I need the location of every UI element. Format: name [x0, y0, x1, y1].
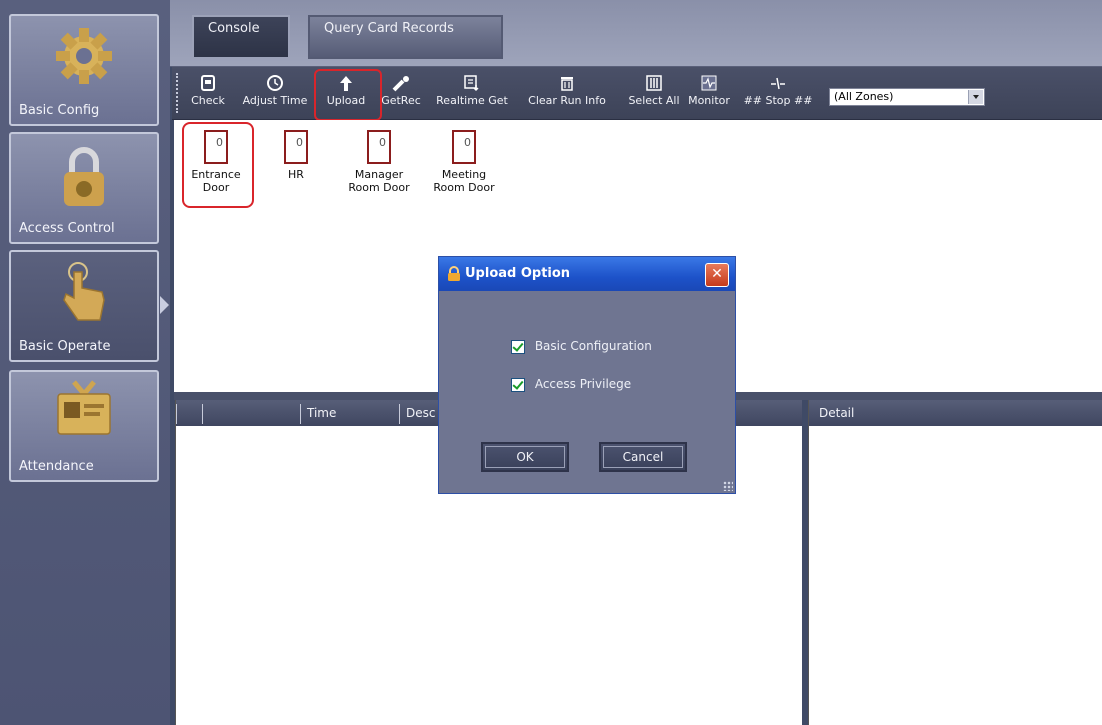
toolbar-label: Realtime Get — [436, 94, 508, 107]
resize-grip[interactable] — [723, 481, 733, 491]
sidebar: Basic Config Access Control Basic Operat… — [0, 0, 170, 725]
clock-icon — [267, 75, 283, 91]
door-name-line2: Door — [202, 181, 230, 194]
door-icon: 0 — [284, 130, 308, 164]
monitor-icon — [701, 75, 717, 91]
nav-attendance[interactable]: Attendance — [9, 370, 159, 482]
close-button[interactable]: ✕ — [705, 263, 729, 287]
zone-select[interactable]: (All Zones) — [829, 88, 985, 106]
door-manager-room[interactable]: 0 Manager Room Door — [344, 130, 414, 194]
nav-label: Basic Config — [19, 103, 100, 118]
close-icon: ✕ — [711, 266, 723, 282]
check-icon — [201, 75, 215, 91]
door-icon: 0 — [452, 130, 476, 164]
cancel-button[interactable]: Cancel — [599, 442, 687, 472]
nav-basic-config[interactable]: Basic Config — [9, 14, 159, 126]
door-count: 0 — [464, 136, 471, 149]
clear-run-info-button[interactable]: Clear Run Info — [522, 71, 612, 115]
door-icon: 0 — [367, 130, 391, 164]
door-meeting-room[interactable]: 0 Meeting Room Door — [429, 130, 499, 194]
toolbar-label: ## Stop ## — [743, 94, 813, 107]
toolbar-label: Adjust Time — [242, 94, 308, 107]
select-all-icon — [646, 75, 662, 91]
door-name-line1: HR — [288, 168, 304, 181]
ok-button[interactable]: OK — [481, 442, 569, 472]
door-icon: 0 — [204, 130, 228, 164]
door-name-line1: Entrance — [191, 168, 241, 181]
monitor-button[interactable]: Monitor — [684, 71, 734, 115]
realtime-get-button[interactable]: Realtime Get — [434, 71, 510, 115]
adjust-time-button[interactable]: Adjust Time — [238, 71, 312, 115]
option-basic-configuration[interactable]: Basic Configuration — [511, 339, 652, 354]
door-count: 0 — [379, 136, 386, 149]
stop-icon — [771, 77, 785, 90]
tab-label: Console — [208, 21, 260, 36]
padlock-icon — [64, 147, 104, 206]
select-all-button[interactable]: Select All — [624, 71, 684, 115]
id-card-icon — [57, 380, 111, 435]
upload-arrow-icon — [340, 76, 352, 91]
column-header[interactable] — [176, 404, 201, 424]
check-button[interactable]: Check — [188, 71, 228, 115]
pointing-hand-icon — [63, 262, 105, 321]
nav-label: Access Control — [19, 221, 115, 236]
upload-button[interactable]: Upload — [320, 71, 372, 115]
nav-label: Attendance — [19, 459, 94, 474]
option-access-privilege[interactable]: Access Privilege — [511, 377, 631, 392]
detail-table: Detail — [808, 400, 1102, 725]
get-record-icon — [392, 76, 409, 92]
table-header: Detail — [809, 400, 1102, 426]
nav-access-control[interactable]: Access Control — [9, 132, 159, 244]
door-name-line1: Meeting — [441, 168, 487, 181]
door-name-line2: Room Door — [348, 181, 410, 194]
dialog-body: Basic Configuration Access Privilege OK … — [445, 297, 729, 487]
tab-query-card-records[interactable]: Query Card Records — [308, 15, 503, 59]
toolbar-label: Select All — [628, 94, 680, 107]
nav-basic-operate[interactable]: Basic Operate — [9, 250, 169, 362]
toolbar-label: Upload — [326, 94, 366, 107]
upload-option-dialog: Upload Option ✕ Basic Configuration Acce… — [438, 256, 736, 494]
toolbar-label: Check — [191, 94, 225, 107]
door-hr[interactable]: 0 HR — [261, 130, 331, 181]
option-label: Access Privilege — [534, 377, 632, 391]
getrec-button[interactable]: GetRec — [378, 71, 424, 115]
column-header[interactable] — [202, 404, 299, 424]
dialog-titlebar[interactable]: Upload Option ✕ — [439, 257, 735, 291]
tab-label: Query Card Records — [324, 21, 454, 36]
top-tab-bar: Console Query Card Records — [170, 0, 1102, 67]
column-header-detail[interactable]: Detail — [809, 404, 1099, 424]
door-entrance[interactable]: 0 Entrance Door — [181, 130, 251, 194]
clear-icon — [561, 77, 573, 91]
realtime-get-icon — [464, 75, 479, 92]
zone-select-value: (All Zones) — [834, 90, 894, 103]
tab-console[interactable]: Console — [192, 15, 290, 59]
toolbar-label: Clear Run Info — [528, 94, 606, 107]
stop-button[interactable]: ## Stop ## — [740, 71, 816, 115]
toolbar-grip[interactable] — [176, 73, 181, 113]
active-indicator-arrow — [160, 296, 169, 314]
dropdown-arrow-icon[interactable] — [968, 90, 983, 104]
column-header-time[interactable]: Time — [300, 404, 397, 424]
door-name-line2: Room Door — [433, 181, 495, 194]
checkbox-checked-icon[interactable] — [511, 377, 525, 392]
option-label: Basic Configuration — [534, 339, 652, 353]
door-count: 0 — [296, 136, 303, 149]
toolbar-label: GetRec — [381, 94, 421, 107]
checkbox-checked-icon[interactable] — [511, 339, 525, 354]
padlock-icon — [448, 266, 460, 281]
nav-label: Basic Operate — [19, 339, 111, 354]
door-count: 0 — [216, 136, 223, 149]
door-name-line1: Manager — [354, 168, 404, 181]
dialog-title: Upload Option — [465, 266, 571, 281]
gear-icon — [56, 28, 112, 84]
toolbar-label: Monitor — [688, 94, 730, 107]
